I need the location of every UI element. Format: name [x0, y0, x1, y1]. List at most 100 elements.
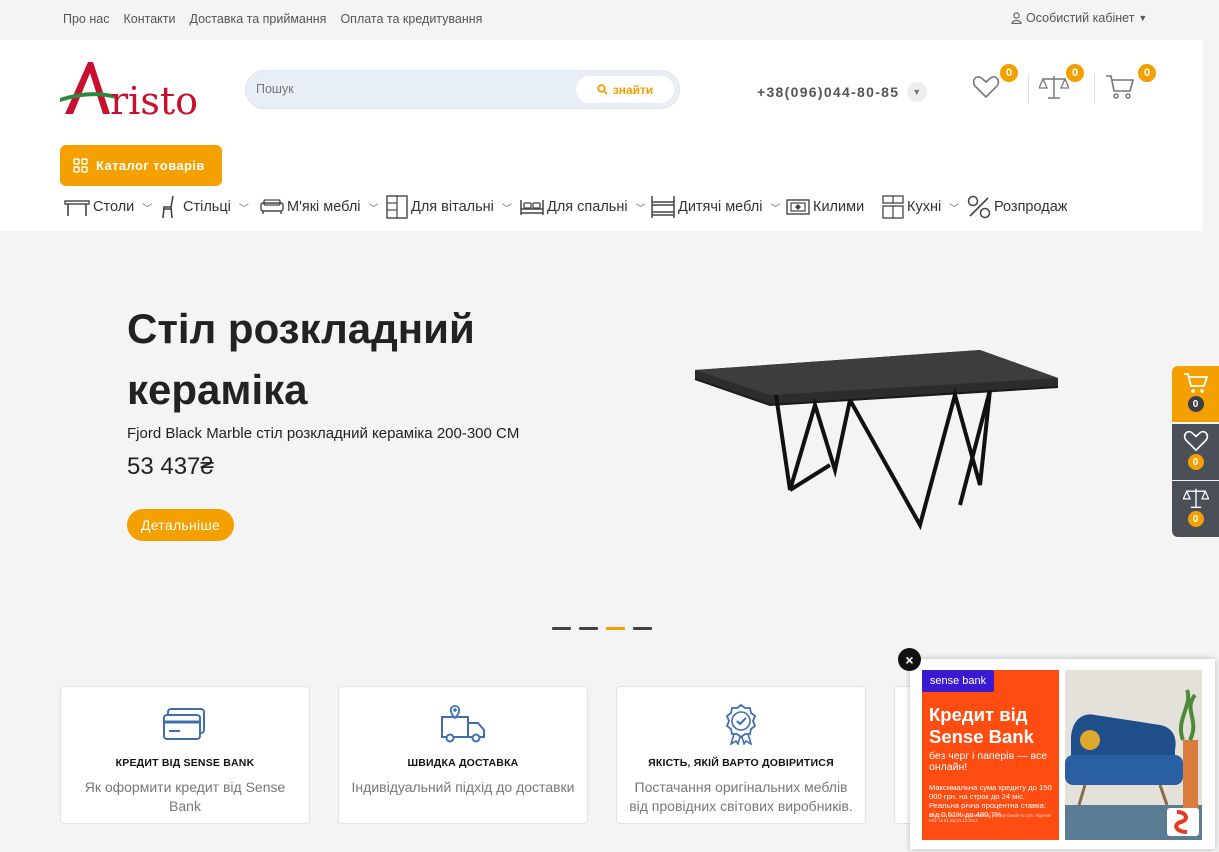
side-cart-badge: 0: [1187, 396, 1204, 412]
divider: [1094, 74, 1095, 104]
cart-badge: 0: [1138, 64, 1156, 82]
nav-item-sale[interactable]: Розпродаж: [967, 192, 1067, 222]
logo[interactable]: risto: [60, 58, 220, 120]
hero-title: Стіл розкладний кераміка: [127, 305, 475, 413]
hero-price: 53 437₴: [127, 453, 214, 480]
chevron-down-icon: ﹀: [770, 203, 781, 215]
account-link[interactable]: Особистий кабінет ▼: [1011, 11, 1147, 25]
search-icon: [597, 84, 608, 95]
feature-card-credit[interactable]: КРЕДИТ ВІД SENSE BANK Як оформити кредит…: [60, 686, 310, 824]
feature-card-delivery[interactable]: ШВИДКА ДОСТАВКА Індивідуальний підхід до…: [338, 686, 588, 824]
close-icon[interactable]: ×: [898, 648, 921, 671]
phone-dropdown-icon[interactable]: ▼: [907, 82, 928, 102]
promo-image: [1065, 670, 1202, 840]
chevron-down-icon: ﹀: [501, 203, 512, 215]
nav-label: Килими: [813, 199, 865, 215]
promo-popup[interactable]: sense bank Кредит від Sense Bank без чер…: [910, 659, 1215, 849]
nav-label: Дитячі меблі: [678, 199, 763, 215]
promo-banner-text: sense bank Кредит від Sense Bank без чер…: [922, 670, 1059, 840]
table-icon: [64, 200, 90, 216]
search-bar: знайти: [245, 70, 680, 109]
cart-button[interactable]: 0: [1104, 64, 1156, 108]
divider: [1028, 74, 1029, 104]
nav-label: Для вітальні: [411, 199, 494, 215]
nav-label: Столи: [93, 199, 135, 215]
feature-title: ШВИДКА ДОСТАВКА: [407, 757, 519, 769]
scales-icon: [1182, 488, 1209, 508]
feature-card-quality[interactable]: ЯКІСТЬ, ЯКІЙ ВАРТО ДОВІРИТИСЯ Постачання…: [616, 686, 866, 824]
chevron-down-icon: ﹀: [949, 203, 960, 215]
account-label: Особистий кабінет: [1026, 11, 1135, 25]
header: risto знайти +38(096)044-80-85 ▼ 0 0 0 К…: [0, 40, 1203, 231]
search-button-label: знайти: [612, 82, 654, 97]
top-link-about[interactable]: Про нас: [63, 12, 109, 26]
user-icon: [1011, 12, 1022, 24]
cart-icon: [1183, 373, 1208, 393]
search-input[interactable]: [256, 82, 556, 96]
side-cart-button[interactable]: 0: [1172, 366, 1219, 422]
kitchen-icon: [882, 195, 904, 219]
feature-desc: Індивідуальний підхід до доставки: [351, 779, 575, 795]
bed-icon: [520, 200, 544, 215]
product-image[interactable]: [690, 345, 1065, 535]
sofa-photo: [1065, 670, 1202, 840]
sense-bank-logo: sense bank: [922, 670, 994, 692]
chevron-down-icon: ﹀: [368, 203, 379, 215]
side-wishlist-badge: 0: [1187, 454, 1204, 470]
nav-label: Кухні: [907, 199, 942, 215]
feature-desc: Як оформити кредит від Sense Bank: [84, 779, 286, 814]
nav-item-carpets[interactable]: Килими: [786, 192, 864, 222]
hero-details-button[interactable]: Детальніше: [127, 509, 234, 541]
chevron-down-icon: ﹀: [635, 203, 646, 215]
wishlist-button[interactable]: 0: [970, 64, 1018, 108]
carousel-dot[interactable]: [579, 627, 598, 630]
feature-desc: Постачання оригінальних меблів від прові…: [629, 779, 853, 814]
cart-icon: [1106, 75, 1135, 99]
promo-fine-print: АТ «Сенс Банк». У Державному реєстрі бан…: [929, 813, 1051, 823]
compare-badge: 0: [1066, 64, 1084, 82]
nav-item-tables[interactable]: Столи ﹀: [64, 192, 152, 222]
grid-icon: [73, 158, 88, 173]
bunk-bed-icon: [651, 196, 675, 218]
nav-label: Стільці: [183, 199, 231, 215]
credit-card-icon: [163, 708, 205, 740]
quality-badge-icon: [725, 703, 757, 745]
cabinet-icon: [386, 195, 408, 219]
catalog-button[interactable]: Каталог товарів: [60, 145, 222, 186]
nav-item-chairs[interactable]: Стільці ﹀: [160, 192, 249, 222]
chair-icon: [162, 195, 174, 219]
search-button[interactable]: знайти: [576, 76, 674, 103]
compare-button[interactable]: 0: [1038, 64, 1084, 108]
scales-icon: [1039, 76, 1069, 99]
feature-title: КРЕДИТ ВІД SENSE BANK: [115, 757, 255, 769]
percent-icon: [967, 195, 991, 219]
nav-item-bedroom[interactable]: Для спальні ﹀: [520, 192, 646, 222]
hero-subtitle: Fjord Black Marble стіл розкладний керам…: [127, 425, 520, 442]
top-link-payment[interactable]: Оплата та кредитування: [340, 12, 482, 26]
nav-item-kids[interactable]: Дитячі меблі ﹀: [651, 192, 780, 222]
nav-label: Розпродаж: [994, 199, 1068, 215]
wishlist-badge: 0: [1000, 64, 1018, 82]
carousel-dots: [552, 627, 652, 630]
carousel-dot-active[interactable]: [606, 627, 625, 630]
side-wishlist-button[interactable]: 0: [1172, 424, 1219, 480]
logo-text: risto: [110, 79, 198, 120]
chevron-down-icon: ﹀: [238, 203, 249, 215]
promo-headline: Кредит від Sense Bank: [929, 704, 1034, 747]
phone[interactable]: +38(096)044-80-85 ▼: [757, 82, 928, 102]
nav-item-soft-furniture[interactable]: М'які меблі ﹀: [260, 192, 379, 222]
promo-subtitle: без черг і паперів — все онлайн!: [929, 750, 1048, 773]
carousel-dot[interactable]: [552, 627, 571, 630]
heart-icon: [972, 76, 1000, 99]
carpet-icon: [786, 199, 810, 215]
side-compare-button[interactable]: 0: [1172, 481, 1219, 537]
nav-item-living-room[interactable]: Для вітальні ﹀: [386, 192, 512, 222]
carousel-dot[interactable]: [633, 627, 652, 630]
nav-label: Для спальні: [547, 199, 628, 215]
nav-item-kitchens[interactable]: Кухні ﹀: [882, 192, 959, 222]
top-link-delivery[interactable]: Доставка та приймання: [189, 12, 326, 26]
top-link-contacts[interactable]: Контакти: [123, 12, 175, 26]
caret-down-icon: ▼: [1138, 13, 1148, 23]
heart-icon: [1183, 430, 1208, 452]
phone-number: +38(096)044-80-85: [757, 84, 900, 100]
